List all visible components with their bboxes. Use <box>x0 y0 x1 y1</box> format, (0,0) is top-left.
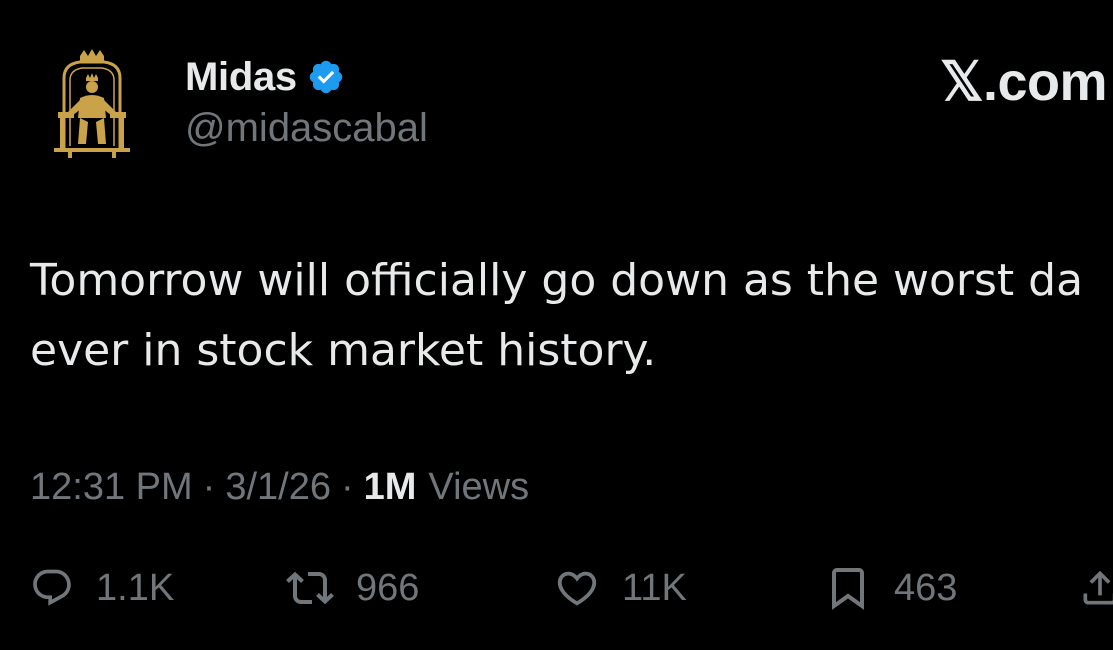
retweet-button[interactable]: 966 <box>286 558 419 618</box>
meta-separator: · <box>340 465 354 508</box>
bookmark-button[interactable]: 463 <box>824 558 957 618</box>
tweet-text-line: Tomorrow will officially go down as the … <box>30 255 1084 306</box>
avatar[interactable] <box>50 48 134 160</box>
tweet-date[interactable]: 3/1/26 <box>225 466 331 509</box>
share-icon <box>1083 570 1113 605</box>
meta-separator: · <box>202 465 216 508</box>
like-button[interactable]: 11K <box>554 558 687 618</box>
reply-icon <box>33 569 71 606</box>
tweet-time[interactable]: 12:31 PM <box>30 466 193 509</box>
views-label: Views <box>428 465 530 508</box>
author-name-row[interactable]: Midas <box>185 52 345 102</box>
author-handle[interactable]: @midascabal <box>185 106 428 151</box>
king-on-throne-icon <box>54 49 130 158</box>
display-name[interactable]: Midas <box>185 55 297 100</box>
views-count: 1M <box>363 465 417 508</box>
retweet-count: 966 <box>356 566 420 609</box>
action-bar: 1.1K 966 11K 463 <box>30 558 1113 618</box>
site-logo: 𝕏.com <box>940 52 1108 112</box>
tweet-text: Tomorrow will officially go down as the … <box>30 246 1113 386</box>
reply-button[interactable]: 1.1K <box>30 558 174 618</box>
tweet-text-line: ever in stock market history. <box>30 325 657 376</box>
like-count: 11K <box>622 566 687 609</box>
verified-badge-icon <box>307 58 345 96</box>
reply-count: 1.1K <box>96 566 175 609</box>
retweet-icon <box>286 571 334 605</box>
bookmark-icon <box>832 568 864 610</box>
tweet-meta: 12:31 PM · 3/1/26 · 1M Views <box>30 462 529 512</box>
tweet-card: Midas @midascabal 𝕏.com Tomorrow will of… <box>0 0 1113 650</box>
share-button[interactable] <box>1078 558 1113 618</box>
bookmark-count: 463 <box>894 566 958 609</box>
heart-icon <box>557 571 597 606</box>
